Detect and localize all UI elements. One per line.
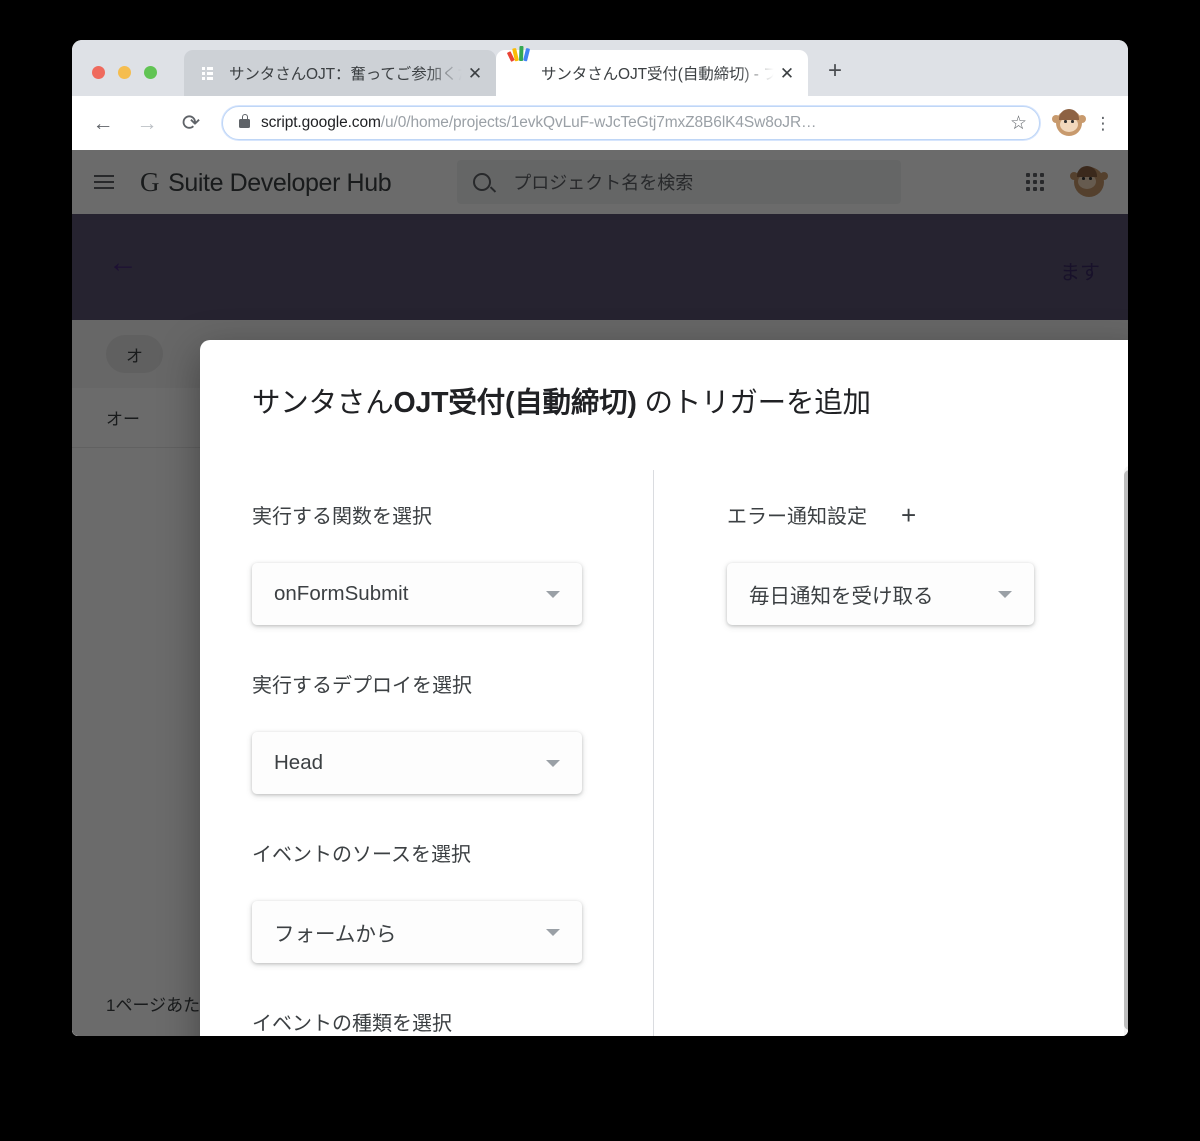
close-window-button[interactable] — [92, 66, 105, 79]
field-error-notification-label: エラー通知設定 + — [727, 500, 1057, 529]
screen-root: サンタさんOJT：奮ってご参加くだ ✕ サンタさんOJT受付(自動締切) - プ… — [0, 0, 1200, 1141]
dialog-left-column: 実行する関数を選択 onFormSubmit 実行するデプロイを選択 Head — [252, 500, 612, 1036]
lock-icon — [239, 113, 250, 128]
deployment-select[interactable]: Head — [252, 732, 582, 794]
browser-tab-1-title: サンタさんOJT受付(自動締切) - プ — [541, 66, 776, 83]
browser-menu-button[interactable]: ⋮ — [1092, 115, 1114, 132]
dialog-title-project: OJT受付(自動締切) — [393, 387, 637, 419]
browser-tabs: サンタさんOJT：奮ってご参加くだ ✕ サンタさんOJT受付(自動締切) - プ… — [184, 45, 848, 96]
chevron-down-icon — [998, 590, 1012, 598]
browser-toolbar: ← → ⟳ script.google.com/u/0/home/project… — [72, 96, 1128, 150]
event-source-select[interactable]: フォームから — [252, 901, 582, 963]
chevron-down-icon — [546, 590, 560, 598]
field-deployment-label: 実行するデプロイを選択 — [252, 675, 472, 697]
forward-button[interactable]: → — [130, 106, 164, 140]
chevron-down-icon — [546, 759, 560, 767]
field-error-notification: エラー通知設定 + 毎日通知を受け取る — [727, 500, 1057, 625]
function-select[interactable]: onFormSubmit — [252, 563, 582, 625]
field-function: 実行する関数を選択 onFormSubmit — [252, 500, 612, 625]
dialog-scrollbar-thumb[interactable] — [1124, 470, 1128, 1030]
address-bar-url: script.google.com/u/0/home/projects/1evk… — [261, 114, 1005, 132]
google-apps-script-icon — [506, 45, 531, 83]
deployment-select-value: Head — [274, 751, 324, 774]
google-forms-icon — [198, 63, 218, 83]
browser-tab-0[interactable]: サンタさんOJT：奮ってご参加くだ ✕ — [184, 50, 496, 96]
field-event-type: イベントの種類を選択 フォーム送信時 — [252, 1007, 612, 1036]
browser-tab-0-title: サンタさんOJT：奮ってご参加くだ — [229, 66, 464, 83]
bookmark-star-icon[interactable]: ☆ — [1005, 114, 1027, 133]
add-trigger-dialog: サンタさんOJT受付(自動締切) のトリガーを追加 実行する関数を選択 onFo… — [200, 340, 1128, 1036]
error-notification-select[interactable]: 毎日通知を受け取る — [727, 563, 1034, 625]
dialog-title: サンタさんOJT受付(自動締切) のトリガーを追加 — [252, 380, 871, 421]
browser-tab-strip: サンタさんOJT：奮ってご参加くだ ✕ サンタさんOJT受付(自動締切) - プ… — [72, 40, 1128, 96]
field-function-label: 実行する関数を選択 — [252, 506, 432, 528]
dialog-title-prefix: サンタさん — [252, 387, 394, 419]
maximize-window-button[interactable] — [144, 66, 157, 79]
dialog-column-divider — [653, 470, 654, 1036]
address-bar-host: script.google.com — [261, 114, 381, 131]
chevron-down-icon — [546, 928, 560, 936]
browser-tab-1[interactable]: サンタさんOJT受付(自動締切) - プ ✕ — [496, 45, 808, 96]
dialog-title-suffix: のトリガーを追加 — [636, 387, 871, 419]
error-notification-label-text: エラー通知設定 — [727, 506, 867, 528]
window-traffic-lights — [92, 66, 157, 79]
back-button[interactable]: ← — [86, 106, 120, 140]
close-icon[interactable]: ✕ — [464, 65, 486, 82]
error-notification-select-value: 毎日通知を受け取る — [749, 585, 934, 608]
field-event-source-label: イベントのソースを選択 — [252, 844, 471, 866]
field-deployment: 実行するデプロイを選択 Head — [252, 669, 612, 794]
browser-window: サンタさんOJT：奮ってご参加くだ ✕ サンタさんOJT受付(自動締切) - プ… — [72, 40, 1128, 1036]
function-select-value: onFormSubmit — [274, 582, 409, 605]
address-bar-path: /u/0/home/projects/1evkQvLuF-wJcTeGtj7mx… — [380, 114, 817, 131]
event-source-select-value: フォームから — [274, 923, 397, 946]
minimize-window-button[interactable] — [118, 66, 131, 79]
field-event-source: イベントのソースを選択 フォームから — [252, 838, 612, 963]
address-bar[interactable]: script.google.com/u/0/home/projects/1evk… — [222, 106, 1040, 140]
reload-button[interactable]: ⟳ — [174, 106, 208, 140]
field-event-type-label: イベントの種類を選択 — [252, 1013, 452, 1035]
new-tab-button[interactable]: + — [822, 59, 848, 85]
browser-profile-avatar[interactable] — [1052, 108, 1086, 138]
plus-icon[interactable]: + — [901, 502, 916, 528]
page-viewport: G Suite Developer Hub プロジェクト名を検索 — [72, 150, 1128, 1036]
close-icon[interactable]: ✕ — [776, 65, 798, 82]
dialog-right-column: エラー通知設定 + 毎日通知を受け取る — [727, 500, 1057, 669]
